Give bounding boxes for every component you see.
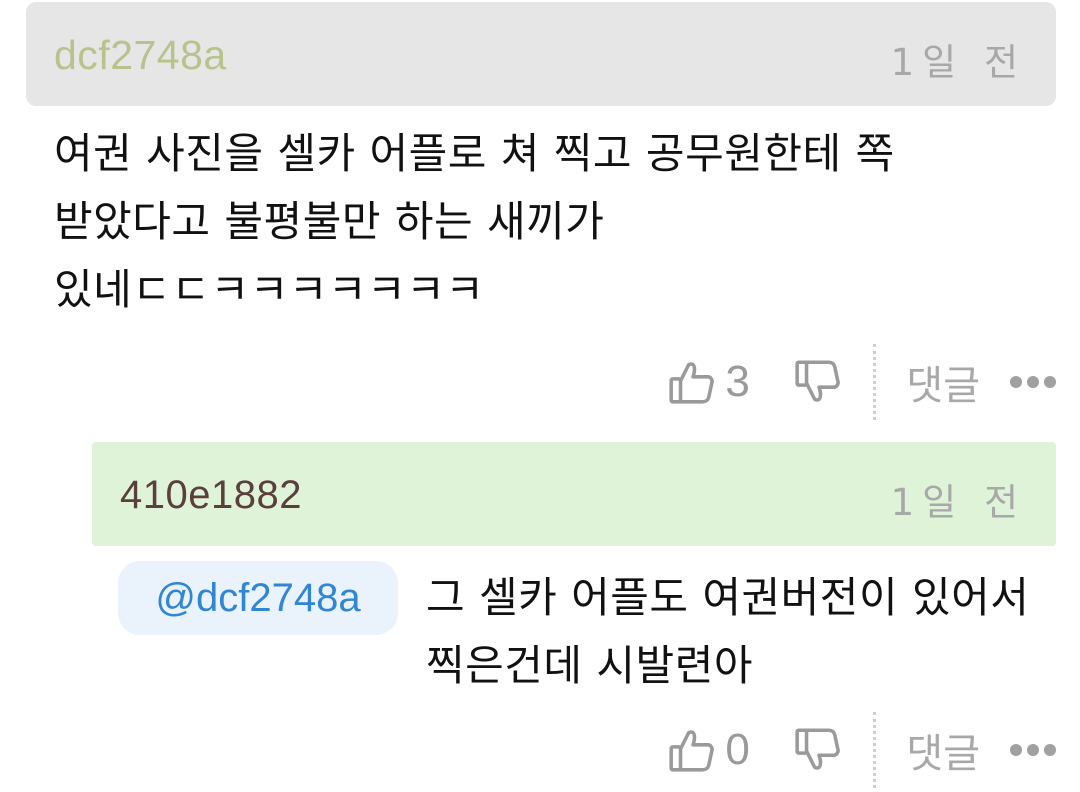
action-divider: [873, 712, 877, 788]
reply-body: 그 셀카 어플도 여권버전이 있어서 찍은건데 시발련아: [426, 573, 1030, 690]
like-count: 3: [725, 357, 750, 406]
dislike-button[interactable]: [793, 357, 843, 407]
comment-header: dcf2748a 1일 전: [26, 2, 1056, 106]
dislike-button[interactable]: [793, 725, 843, 775]
comment-actions: 3 댓글: [667, 344, 1056, 420]
mention-tag[interactable]: @dcf2748a: [118, 561, 398, 635]
like-button[interactable]: 0: [667, 725, 761, 775]
comment-thread: dcf2748a 1일 전 여권 사진을 셀카 어플로 쳐 찍고 공무원한테 쪽…: [0, 0, 1080, 792]
reply-actions: 0 댓글: [667, 712, 1056, 788]
action-divider: [873, 344, 877, 420]
thumbs-down-icon: [795, 360, 841, 402]
reply-button[interactable]: 댓글: [906, 353, 980, 411]
reply-header: 410e1882 1일 전: [92, 442, 1056, 546]
comment-author[interactable]: dcf2748a: [54, 32, 227, 79]
reply-time: 1일 전: [890, 481, 1026, 524]
reply-button[interactable]: 댓글: [906, 721, 980, 779]
comment-body: 여권 사진을 셀카 어플로 쳐 찍고 공무원한테 쪽 받았다고 불평불만 하는 …: [54, 129, 895, 314]
more-dots-icon[interactable]: [1010, 376, 1056, 388]
comment-time: 1일 전: [890, 41, 1026, 84]
thumbs-up-icon: [669, 362, 715, 404]
thumbs-up-icon: [669, 730, 715, 772]
reply-author[interactable]: 410e1882: [120, 473, 302, 518]
thumbs-down-icon: [795, 728, 841, 770]
more-dots-icon[interactable]: [1010, 744, 1056, 756]
like-button[interactable]: 3: [667, 357, 761, 407]
like-count: 0: [725, 725, 750, 774]
